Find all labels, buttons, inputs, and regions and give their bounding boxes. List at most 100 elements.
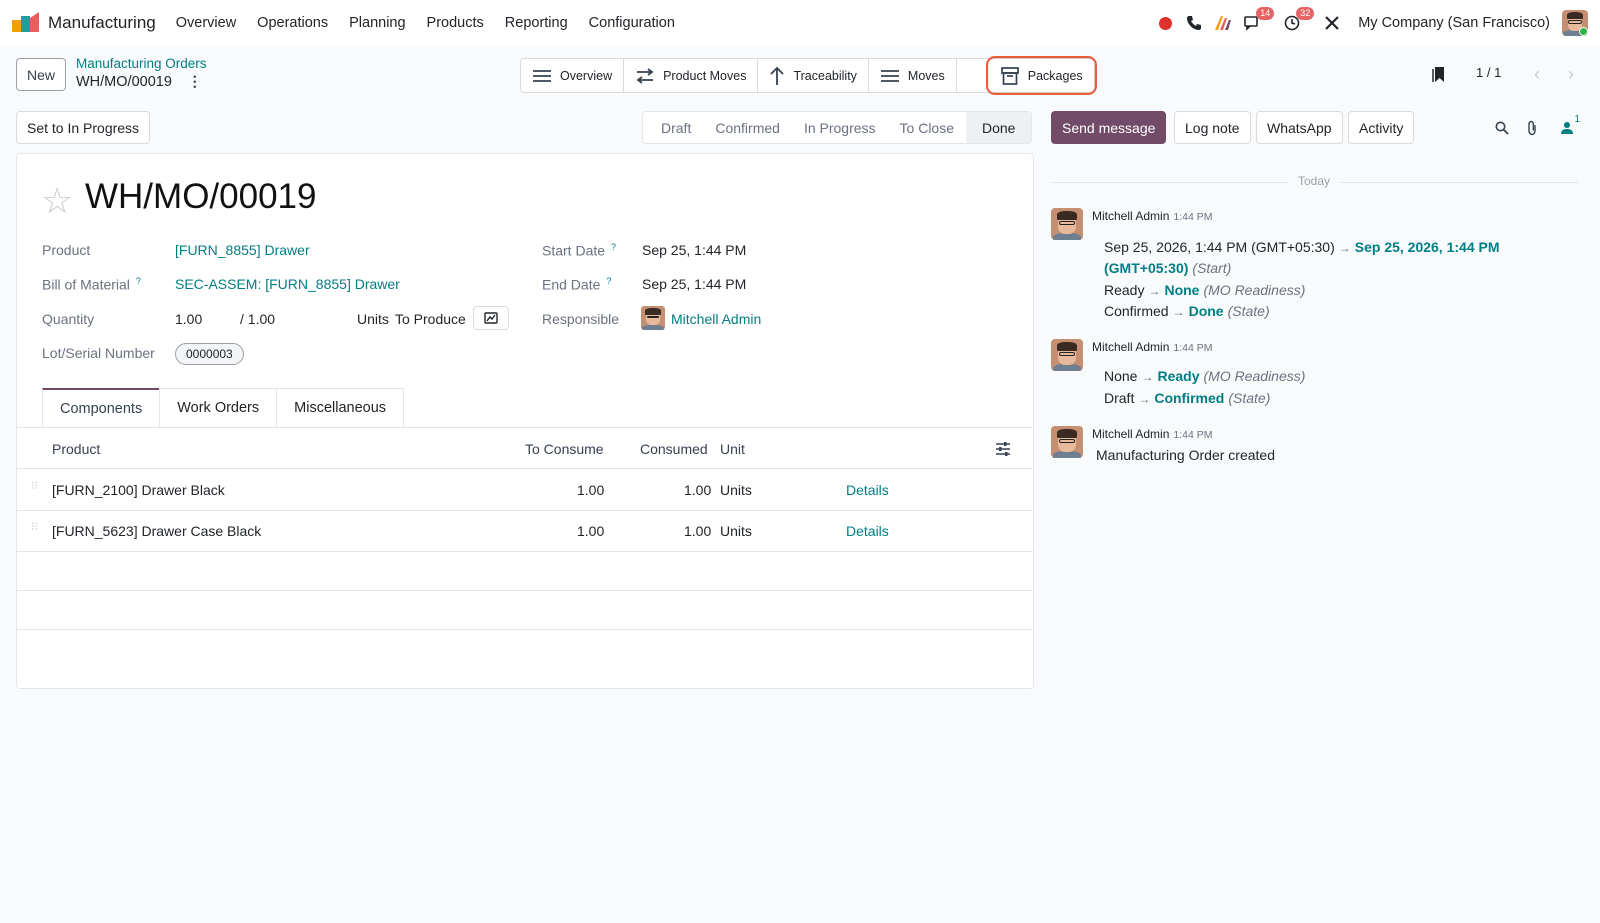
status-done[interactable]: Done (966, 112, 1032, 143)
quantity-input[interactable]: 1.00 (175, 311, 202, 327)
menu-products[interactable]: Products (427, 15, 484, 31)
record-icon[interactable] (1151, 9, 1179, 37)
end-date-label: End Date? (542, 276, 612, 293)
new-button[interactable]: New (16, 58, 67, 91)
start-date-field[interactable]: Sep 25, 1:44 PM (642, 242, 746, 258)
status-in-progress[interactable]: In Progress (792, 112, 888, 143)
pager-value[interactable]: 1 / 1 (1476, 65, 1501, 80)
column-to-consume[interactable]: To Consume (525, 441, 604, 457)
column-product[interactable]: Product (52, 441, 100, 457)
column-settings-icon[interactable] (995, 442, 1011, 456)
menu-configuration[interactable]: Configuration (589, 15, 675, 31)
empty-row (17, 591, 1033, 630)
activity-button[interactable]: Activity (1348, 111, 1415, 144)
message-avatar[interactable] (1051, 339, 1083, 371)
responsible-field[interactable]: Mitchell Admin (671, 311, 761, 327)
log-note-button[interactable]: Log note (1174, 111, 1251, 144)
company-switcher[interactable]: My Company (San Francisco) (1358, 15, 1550, 31)
smart-button-label: Product Moves (663, 68, 747, 83)
tab-components[interactable]: Components (42, 388, 161, 427)
followers-button[interactable]: 1 (1554, 114, 1580, 138)
date-separator-label: Today (1288, 174, 1341, 188)
bookmark-icon[interactable] (1432, 66, 1446, 83)
list-icon (880, 69, 899, 82)
message-avatar[interactable] (1051, 208, 1083, 240)
transfer-icon (636, 67, 654, 84)
details-button[interactable]: Details (846, 523, 889, 539)
paperclip-icon[interactable] (1522, 118, 1542, 138)
column-unit[interactable]: Unit (720, 441, 745, 457)
pager-next-button[interactable]: › (1554, 58, 1588, 90)
message-author[interactable]: Mitchell Admin 1:44 PM (1092, 209, 1212, 223)
table-row[interactable]: ⁝⁝ [FURN_2100] Drawer Black 1.00 1.00 Un… (17, 470, 1033, 511)
component-to-consume: 1.00 (577, 523, 605, 539)
send-message-button[interactable]: Send message (1051, 111, 1167, 144)
breadcrumb-current: WH/MO/00019 (76, 74, 172, 90)
message-avatar[interactable] (1051, 426, 1083, 458)
menu-planning[interactable]: Planning (349, 15, 405, 31)
help-icon[interactable]: ? (611, 242, 616, 252)
tab-divider (17, 427, 1033, 428)
tools-icon[interactable] (1318, 9, 1346, 37)
manufacturing-app-icon[interactable] (12, 12, 40, 34)
help-icon[interactable]: ? (606, 276, 611, 286)
app-name[interactable]: Manufacturing (48, 13, 156, 33)
responsible-avatar (641, 306, 665, 330)
search-icon[interactable] (1492, 118, 1512, 138)
breadcrumb-parent[interactable]: Manufacturing Orders (76, 56, 207, 71)
set-in-progress-button[interactable]: Set to In Progress (16, 111, 151, 144)
product-field[interactable]: [FURN_8855] Drawer (175, 242, 310, 258)
details-button[interactable]: Details (846, 482, 889, 498)
smart-button-product-moves[interactable]: Product Moves (624, 59, 759, 92)
menu-overview[interactable]: Overview (176, 15, 236, 31)
quantity-total: / 1.00 (240, 311, 276, 327)
user-avatar[interactable] (1562, 10, 1588, 36)
message-body: Manufacturing Order created (1096, 447, 1275, 463)
phone-icon[interactable] (1180, 9, 1208, 37)
report-icon (484, 312, 498, 324)
star-icon[interactable]: ☆ (41, 180, 73, 222)
component-product[interactable]: [FURN_5623] Drawer Case Black (52, 523, 261, 539)
smart-button-overview[interactable]: Overview (521, 59, 625, 92)
component-to-consume: 1.00 (577, 482, 605, 498)
quantity-unit[interactable]: Units (357, 311, 389, 327)
messages-badge: 14 (1256, 7, 1275, 20)
menu-operations[interactable]: Operations (257, 15, 328, 31)
component-consumed[interactable]: 1.00 (684, 482, 711, 498)
drag-handle-icon[interactable]: ⁝⁝ (31, 522, 38, 538)
pager-previous-button[interactable]: ‹ (1520, 58, 1554, 90)
ai-icon[interactable] (1209, 9, 1237, 37)
tab-work-orders[interactable]: Work Orders (159, 388, 278, 427)
chevron-right-icon: › (1568, 63, 1574, 84)
component-consumed[interactable]: 1.00 (684, 523, 711, 539)
whatsapp-button[interactable]: WhatsApp (1256, 111, 1343, 144)
smart-button-traceability[interactable]: Traceability (758, 59, 869, 92)
help-icon[interactable]: ? (136, 276, 141, 286)
component-unit: Units (720, 482, 752, 498)
menu-reporting[interactable]: Reporting (505, 15, 568, 31)
lot-serial-badge[interactable]: 0000003 (175, 343, 244, 365)
column-consumed[interactable]: Consumed (640, 441, 708, 457)
status-confirmed[interactable]: Confirmed (703, 112, 792, 143)
drag-handle-icon[interactable]: ⁝⁝ (31, 481, 38, 497)
tracking-change: (GMT+05:30) (Start) (1104, 260, 1232, 276)
message-author[interactable]: Mitchell Admin 1:44 PM (1092, 340, 1212, 354)
breadcrumb: Manufacturing Orders WH/MO/00019 ⋮ (76, 56, 207, 90)
bom-field[interactable]: SEC-ASSEM: [FURN_8855] Drawer (175, 276, 400, 292)
status-to-close[interactable]: To Close (888, 112, 966, 143)
component-product[interactable]: [FURN_2100] Drawer Black (52, 482, 225, 498)
arrow-up-icon (770, 66, 785, 85)
smart-button-packages[interactable]: Packages (985, 56, 1097, 95)
smart-button-moves[interactable]: Moves (869, 59, 957, 92)
end-date-field[interactable]: Sep 25, 1:44 PM (642, 276, 746, 292)
message-author[interactable]: Mitchell Admin 1:44 PM (1092, 427, 1212, 441)
smart-button-label: Moves (907, 68, 945, 83)
table-row[interactable]: ⁝⁝ [FURN_5623] Drawer Case Black 1.00 1.… (17, 511, 1033, 552)
activity-clock-icon[interactable]: 32 (1278, 7, 1315, 37)
tab-miscellaneous[interactable]: Miscellaneous (276, 388, 405, 427)
notebook-tabs: Components Work Orders Miscellaneous (42, 388, 405, 427)
status-draft[interactable]: Draft (649, 112, 703, 143)
forecast-report-button[interactable] (473, 306, 509, 330)
actions-kebab-icon[interactable]: ⋮ (188, 73, 202, 90)
messages-icon[interactable]: 14 (1238, 7, 1275, 37)
